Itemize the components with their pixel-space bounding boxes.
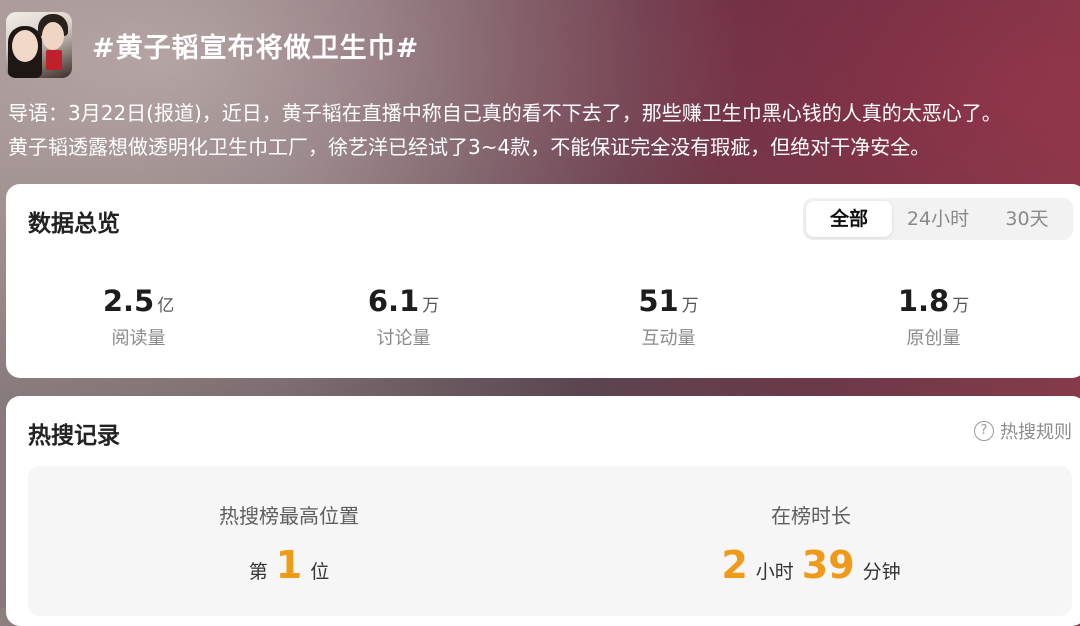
best-rank-block: 热搜榜最高位置 第 1 位 xyxy=(28,466,550,616)
stats-row: 2.5 亿 阅读量 6.1 万 讨论量 51 万 互动量 1.8 万 原创量 xyxy=(6,284,1066,350)
question-circle-icon: ? xyxy=(974,421,994,441)
hot-record-panel: 热搜榜最高位置 第 1 位 在榜时长 2 小时 39 分钟 xyxy=(28,466,1072,616)
stat-label: 互动量 xyxy=(641,328,696,349)
hours-unit: 小时 xyxy=(755,561,794,583)
hot-search-card: 热搜记录 ? 热搜规则 热搜榜最高位置 第 1 位 在榜时长 2 小时 39 分… xyxy=(6,396,1080,626)
stat-label: 阅读量 xyxy=(111,328,166,349)
topic-header: #黄子韬宣布将做卫生巾# xyxy=(6,12,419,78)
hot-rules-link[interactable]: ? 热搜规则 xyxy=(974,418,1072,444)
stat-originals: 1.8 万 原创量 xyxy=(801,284,1066,350)
hot-title: 热搜记录 xyxy=(28,423,120,449)
rank-prefix: 第 xyxy=(248,561,268,583)
duration-hours: 2 xyxy=(721,543,748,587)
rank-suffix: 位 xyxy=(310,561,330,583)
lead-line-1: 导语：3月22日(报道)，近日，黄子韬在直播中称自己真的看不下去了，那些赚卫生巾… xyxy=(8,101,1002,125)
lead-text: 导语：3月22日(报道)，近日，黄子韬在直播中称自己真的看不下去了，那些赚卫生巾… xyxy=(8,96,1080,164)
stat-unit: 万 xyxy=(952,296,970,316)
lead-line-2: 黄子韬透露想做透明化卫生巾工厂，徐艺洋已经试了3~4款，不能保证完全没有瑕疵，但… xyxy=(8,135,931,159)
avatar[interactable] xyxy=(6,12,72,78)
stat-label: 讨论量 xyxy=(376,328,431,349)
stat-value: 1.8 xyxy=(897,284,950,318)
minutes-unit: 分钟 xyxy=(862,561,901,583)
best-rank-heading: 热搜榜最高位置 xyxy=(219,504,359,528)
rules-label: 热搜规则 xyxy=(1000,422,1072,443)
stat-value: 2.5 xyxy=(102,284,155,318)
data-overview-card: 数据总览 全部 24小时 30天 2.5 亿 阅读量 6.1 万 讨论量 51 万 互… xyxy=(6,184,1080,378)
stat-unit: 万 xyxy=(422,296,440,316)
stat-discussions: 6.1 万 讨论量 xyxy=(271,284,536,350)
stat-value: 6.1 xyxy=(367,284,420,318)
stat-unit: 万 xyxy=(681,296,699,316)
tab-24h[interactable]: 24小时 xyxy=(892,201,984,237)
stat-unit: 亿 xyxy=(157,296,175,316)
stat-reads: 2.5 亿 阅读量 xyxy=(6,284,271,350)
duration-heading: 在榜时长 xyxy=(771,504,851,528)
rank-value: 1 xyxy=(275,543,303,587)
stat-label: 原创量 xyxy=(906,328,961,349)
overview-title: 数据总览 xyxy=(28,211,120,237)
tab-30d[interactable]: 30天 xyxy=(984,201,1070,237)
stat-interactions: 51 万 互动量 xyxy=(536,284,801,350)
time-range-tabs: 全部 24小时 30天 xyxy=(803,198,1073,240)
topic-title: #黄子韬宣布将做卫生巾# xyxy=(92,32,420,64)
duration-block: 在榜时长 2 小时 39 分钟 xyxy=(550,466,1072,616)
tab-all[interactable]: 全部 xyxy=(806,201,892,237)
duration-minutes: 39 xyxy=(801,543,855,587)
stat-value: 51 xyxy=(638,284,679,318)
